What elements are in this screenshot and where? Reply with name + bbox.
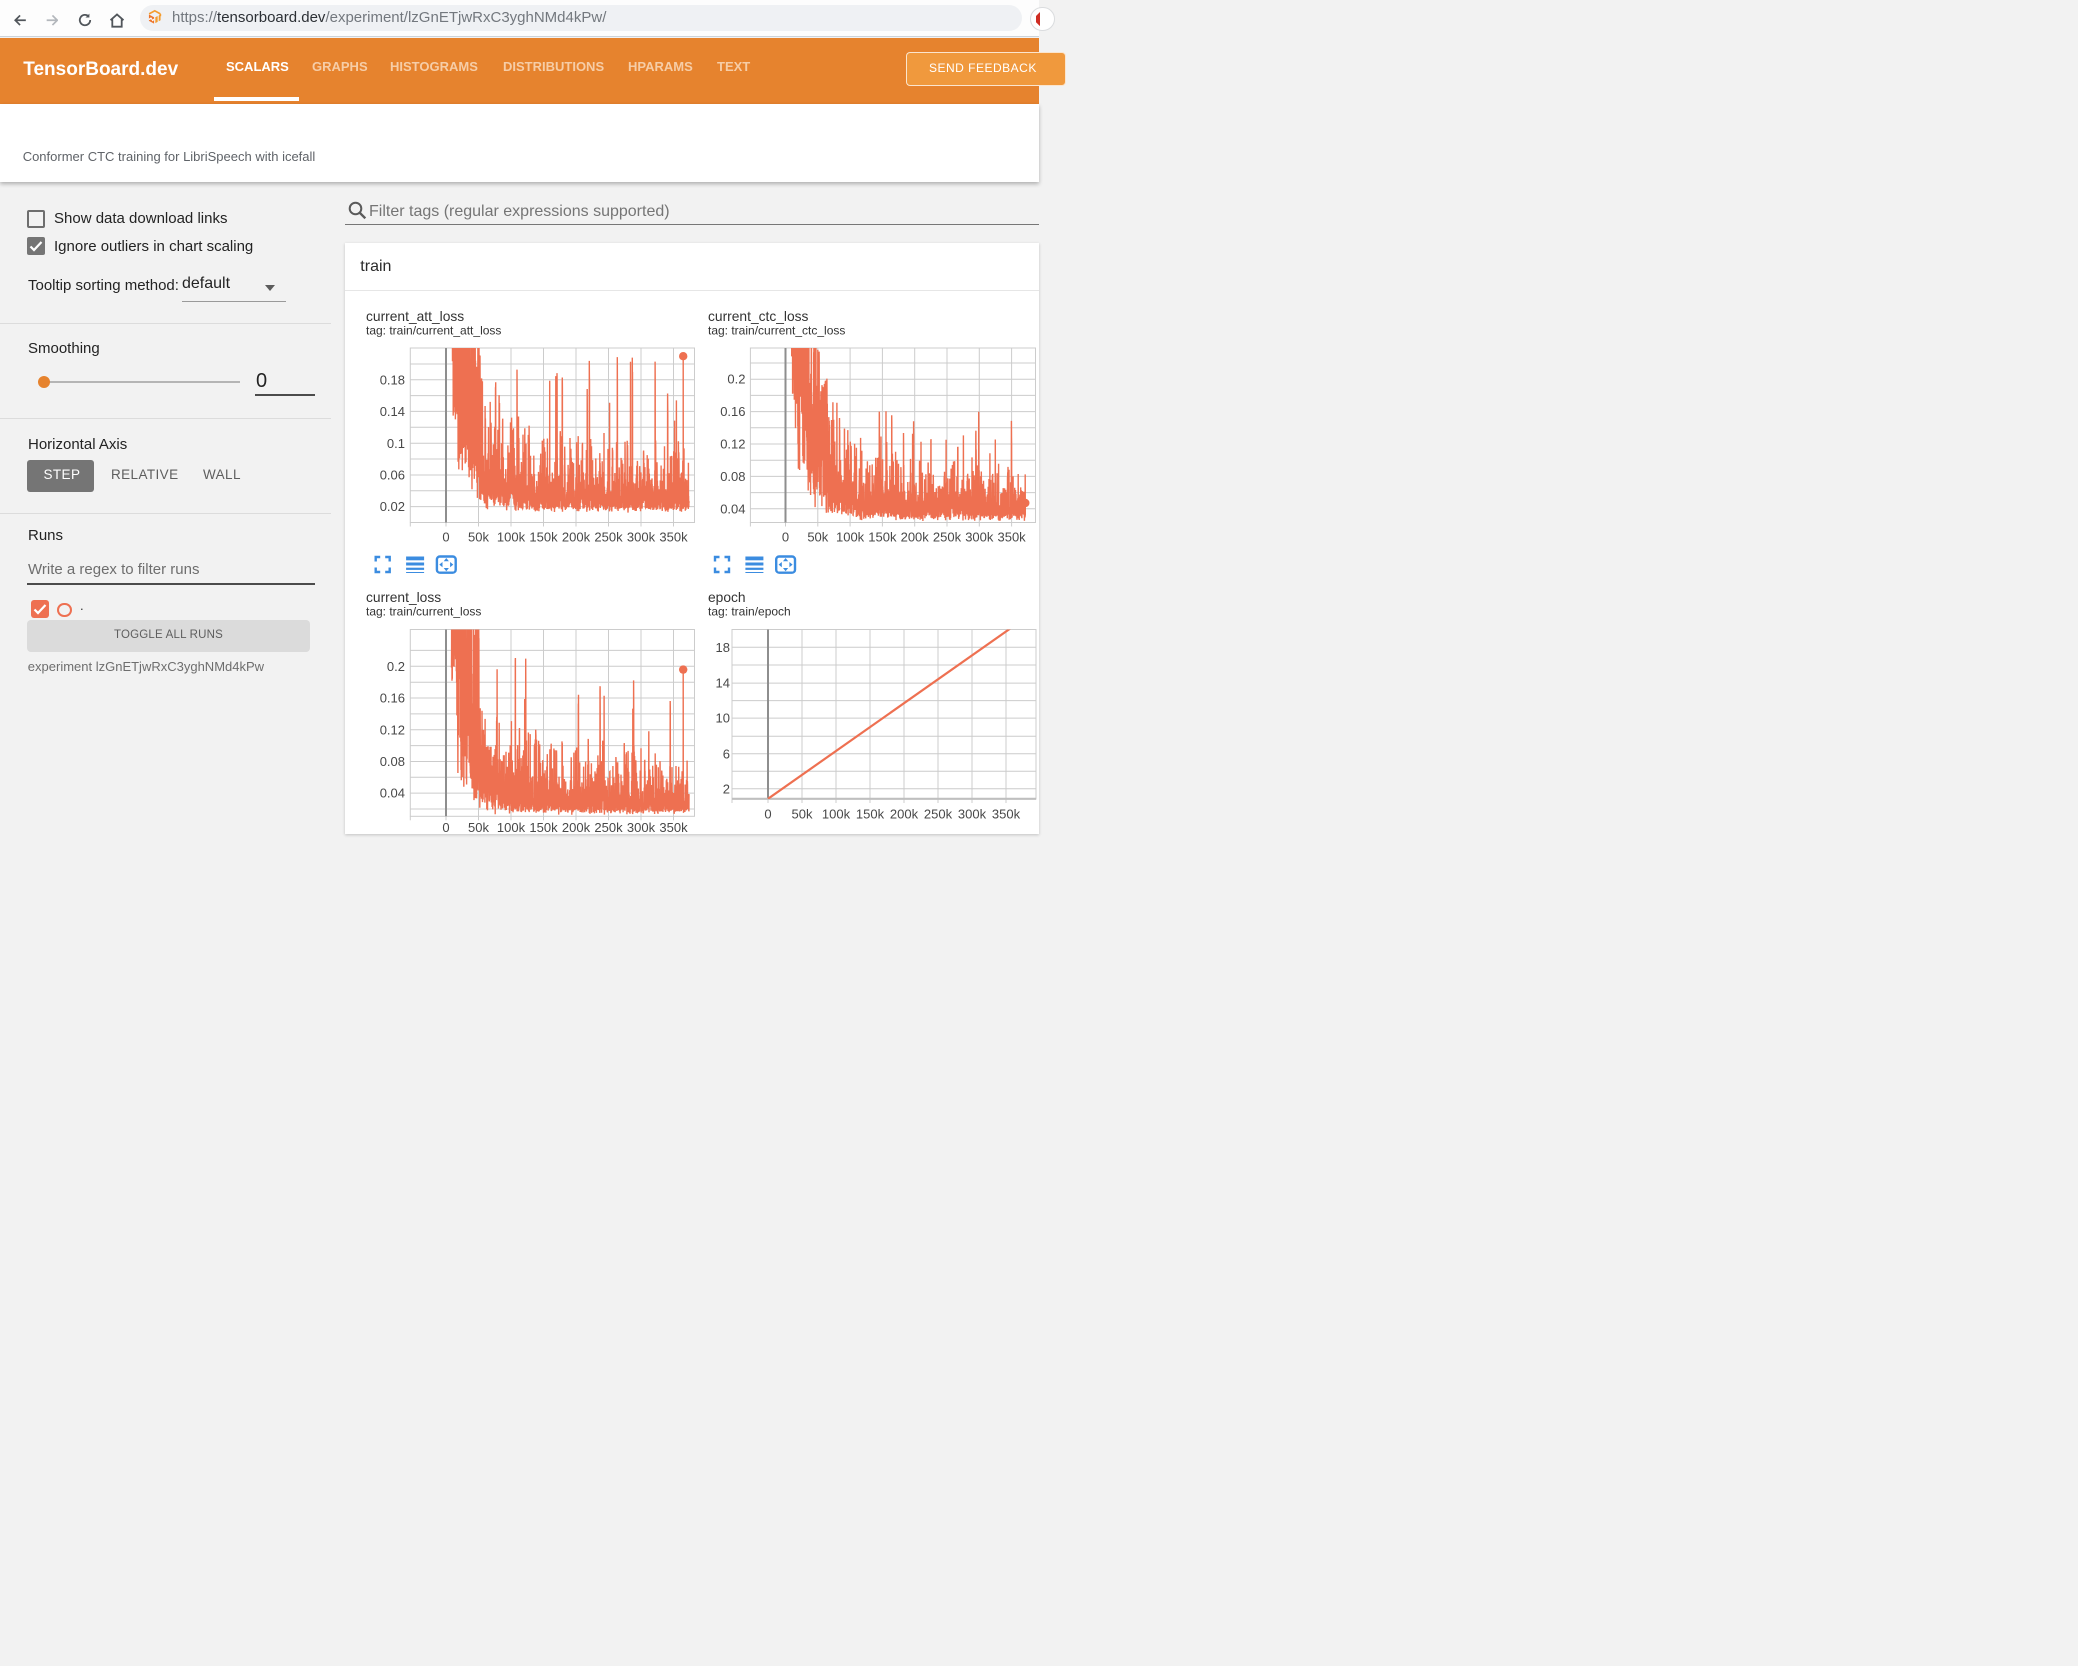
svg-text:6: 6 [723, 746, 730, 761]
svg-text:current_ctc_loss: current_ctc_loss [708, 309, 809, 324]
svg-text:14: 14 [716, 676, 730, 691]
svg-text:0.08: 0.08 [380, 754, 405, 769]
svg-text:tag: train/epoch: tag: train/epoch [708, 605, 791, 619]
svg-text:100k: 100k [497, 820, 526, 833]
svg-text:epoch: epoch [708, 590, 746, 605]
svg-text:0: 0 [442, 529, 449, 544]
svg-text:0.12: 0.12 [380, 722, 405, 737]
svg-text:tag: train/current_loss: tag: train/current_loss [366, 605, 481, 619]
svg-text:250k: 250k [594, 529, 623, 544]
svg-text:0.02: 0.02 [380, 499, 405, 514]
svg-text:100k: 100k [497, 529, 526, 544]
svg-text:current_att_loss: current_att_loss [366, 309, 464, 324]
svg-text:150k: 150k [529, 529, 558, 544]
svg-text:tag: train/current_att_loss: tag: train/current_att_loss [366, 324, 501, 338]
svg-text:tag: train/current_ctc_loss: tag: train/current_ctc_loss [708, 324, 845, 338]
svg-text:0: 0 [764, 807, 771, 822]
svg-text:150k: 150k [868, 529, 897, 544]
svg-text:50k: 50k [468, 820, 489, 833]
svg-text:0.2: 0.2 [727, 372, 745, 387]
svg-text:250k: 250k [924, 807, 953, 822]
svg-text:300k: 300k [965, 529, 994, 544]
svg-text:350k: 350k [997, 529, 1026, 544]
svg-text:0: 0 [442, 820, 449, 833]
svg-text:250k: 250k [933, 529, 962, 544]
svg-text:300k: 300k [627, 529, 656, 544]
svg-text:0.08: 0.08 [720, 469, 745, 484]
svg-text:0.16: 0.16 [720, 404, 745, 419]
svg-text:current_loss: current_loss [366, 590, 441, 605]
svg-text:10: 10 [716, 711, 730, 726]
svg-text:50k: 50k [792, 807, 813, 822]
svg-text:50k: 50k [468, 529, 489, 544]
svg-text:0: 0 [782, 529, 789, 544]
svg-text:0.12: 0.12 [720, 437, 745, 452]
svg-text:2: 2 [723, 781, 730, 796]
svg-text:100k: 100k [822, 807, 851, 822]
svg-text:100k: 100k [836, 529, 865, 544]
svg-text:300k: 300k [958, 807, 987, 822]
svg-text:150k: 150k [529, 820, 558, 833]
svg-text:0.14: 0.14 [380, 404, 405, 419]
svg-text:200k: 200k [562, 529, 591, 544]
svg-text:0.2: 0.2 [387, 659, 405, 674]
svg-text:350k: 350k [992, 807, 1021, 822]
svg-text:150k: 150k [856, 807, 885, 822]
svg-text:300k: 300k [627, 820, 656, 833]
svg-text:200k: 200k [890, 807, 919, 822]
svg-text:200k: 200k [562, 820, 591, 833]
svg-text:350k: 350k [659, 820, 688, 833]
svg-text:350k: 350k [659, 529, 688, 544]
svg-text:0.16: 0.16 [380, 691, 405, 706]
svg-text:50k: 50k [807, 529, 828, 544]
svg-text:18: 18 [716, 640, 730, 655]
svg-text:0.18: 0.18 [380, 372, 405, 387]
svg-text:200k: 200k [901, 529, 930, 544]
svg-text:0.1: 0.1 [387, 436, 405, 451]
svg-text:250k: 250k [594, 820, 623, 833]
svg-text:0.04: 0.04 [380, 786, 405, 801]
svg-text:0.06: 0.06 [380, 468, 405, 483]
svg-text:0.04: 0.04 [720, 501, 745, 516]
